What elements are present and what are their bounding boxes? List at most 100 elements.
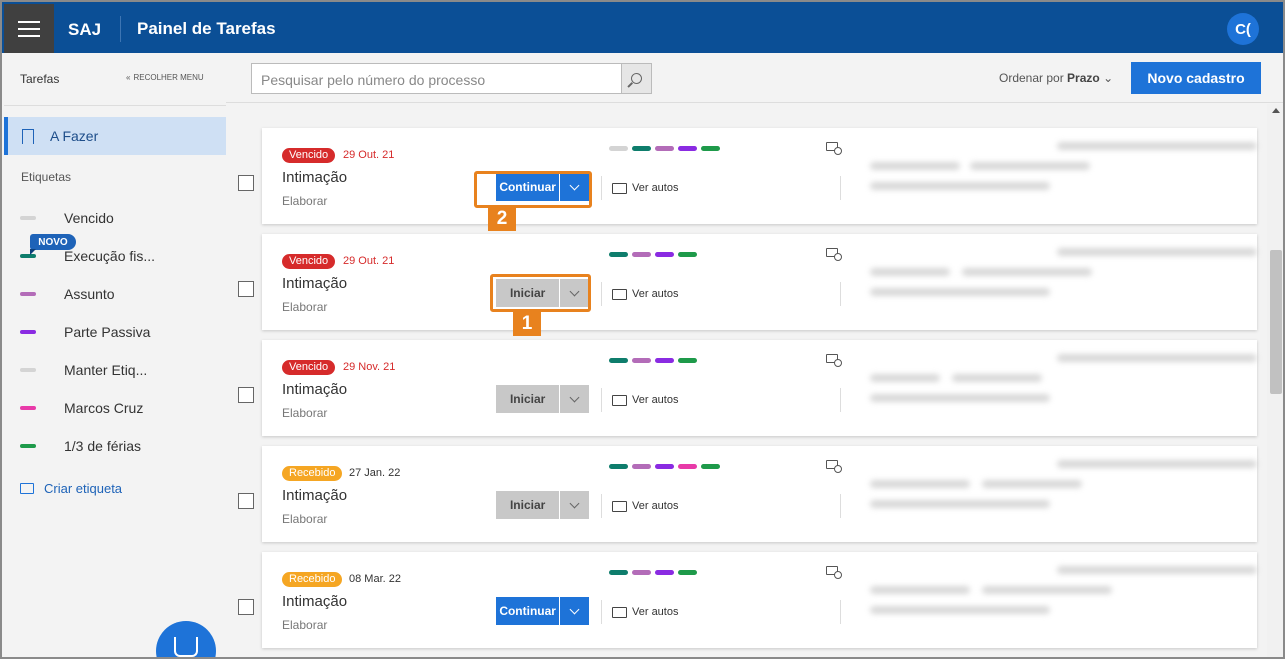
blurred-case-details (862, 446, 1257, 542)
callout-number-1: 1 (513, 312, 541, 336)
search-button[interactable] (622, 63, 652, 94)
blurred-detail (982, 586, 1112, 594)
create-tag-link[interactable]: Criar etiqueta (20, 481, 122, 496)
task-card[interactable]: Vencido 29 Nov. 21 Intimação Elaborar In… (262, 340, 1257, 436)
sidebar-item-a-fazer[interactable]: A Fazer (4, 117, 226, 155)
folder-icon (612, 500, 627, 512)
chevron-down-icon: ⌄ (1103, 71, 1114, 85)
view-case-label: Ver autos (632, 500, 679, 512)
view-case-link[interactable]: Ver autos (612, 500, 678, 512)
tag-color-swatch (20, 368, 36, 372)
task-checkbox[interactable] (238, 493, 254, 509)
task-title: Intimação (282, 169, 348, 186)
view-case-link[interactable]: Ver autos (612, 394, 678, 406)
callout-highlight-1 (490, 274, 591, 312)
view-case-link[interactable]: Ver autos (612, 288, 678, 300)
status-badge: Recebido (282, 572, 343, 587)
status-badge: Recebido (282, 466, 343, 481)
task-tag-dot (632, 464, 651, 469)
add-tag-icon[interactable] (826, 142, 842, 155)
task-checkbox[interactable] (238, 281, 254, 297)
chat-assistant-button[interactable] (156, 621, 216, 657)
sidebar-tag-item[interactable]: Marcos Cruz (4, 389, 226, 427)
folder-icon (612, 288, 627, 300)
sidebar-tag-item[interactable]: Vencido (4, 199, 226, 237)
task-date: 29 Out. 21 (343, 255, 395, 267)
view-case-link[interactable]: Ver autos (612, 606, 678, 618)
toolbar: Pesquisar pelo número do processo Ordena… (226, 53, 1283, 103)
task-subtitle: Elaborar (282, 406, 328, 420)
chevron-down-icon (569, 604, 580, 614)
task-tag-dot (632, 252, 651, 257)
task-checkbox[interactable] (238, 387, 254, 403)
task-checkbox[interactable] (238, 599, 254, 615)
add-tag-icon[interactable] (826, 460, 842, 473)
tag-color-swatch (20, 444, 36, 448)
task-card[interactable]: Vencido 29 Out. 21 Intimação Elaborar Co… (262, 128, 1257, 224)
blurred-detail (1057, 354, 1257, 362)
task-tag-dot (609, 464, 628, 469)
collapse-menu-button[interactable]: « RECOLHER MENU (126, 73, 204, 82)
blurred-detail (870, 374, 940, 382)
task-tag-dot (701, 464, 720, 469)
scrollbar[interactable] (1267, 104, 1283, 657)
view-case-label: Ver autos (632, 606, 679, 618)
task-action-dropdown[interactable] (560, 597, 589, 625)
task-action-dropdown[interactable] (560, 385, 589, 413)
add-tag-icon[interactable] (826, 354, 842, 367)
sidebar-tag-item[interactable]: Parte Passiva (4, 313, 226, 351)
task-action-button[interactable]: Iniciar (496, 491, 560, 519)
blurred-detail (870, 268, 950, 276)
search-input[interactable]: Pesquisar pelo número do processo (251, 63, 622, 94)
task-action-dropdown[interactable] (560, 491, 589, 519)
task-action-button[interactable]: Iniciar (496, 385, 560, 413)
brand-logo[interactable]: SAJ (68, 20, 101, 40)
task-checkbox[interactable] (238, 175, 254, 191)
card-divider (840, 388, 841, 412)
add-tag-icon[interactable] (826, 248, 842, 261)
sidebar-tag-item[interactable]: Assunto (4, 275, 226, 313)
card-divider (601, 176, 602, 200)
task-card[interactable]: Recebido 27 Jan. 22 Intimação Elaborar I… (262, 446, 1257, 542)
view-case-link[interactable]: Ver autos (612, 182, 678, 194)
scroll-up-icon[interactable] (1272, 108, 1280, 113)
add-tag-icon[interactable] (826, 566, 842, 579)
view-case-label: Ver autos (632, 394, 679, 406)
task-tag-dot (678, 570, 697, 575)
task-card[interactable]: Recebido 08 Mar. 22 Intimação Elaborar C… (262, 552, 1257, 648)
card-divider (840, 282, 841, 306)
blurred-detail (870, 394, 1050, 402)
task-tag-dot (655, 358, 674, 363)
task-tag-dot (609, 146, 628, 151)
blurred-detail (870, 162, 960, 170)
order-by-dropdown[interactable]: Ordenar por Prazo ⌄ (999, 71, 1113, 85)
tag-label: Execução fis... (64, 248, 156, 264)
task-tag-dot (609, 358, 628, 363)
task-card[interactable]: Vencido 29 Out. 21 Intimação Elaborar In… (262, 234, 1257, 330)
task-tag-dot (678, 146, 697, 151)
sidebar-tag-item[interactable]: Manter Etiq... (4, 351, 226, 389)
sidebar-item-label: A Fazer (50, 128, 99, 144)
sidebar-tag-item[interactable]: 1/3 de férias (4, 427, 226, 465)
app-window: SAJ Painel de Tarefas C( Tarefas « RECOL… (0, 0, 1285, 659)
page-title: Painel de Tarefas (137, 19, 276, 38)
menu-icon[interactable] (4, 4, 54, 53)
task-action-button[interactable]: Continuar (496, 597, 560, 625)
task-title: Intimação (282, 381, 348, 398)
chevron-down-icon (569, 392, 580, 402)
avatar[interactable]: C( (1227, 13, 1259, 45)
new-record-button[interactable]: Novo cadastro (1131, 62, 1261, 94)
bookmark-icon (22, 128, 34, 144)
sidebar: Tarefas « RECOLHER MENU A Fazer Etiqueta… (4, 53, 226, 657)
blurred-detail (1057, 460, 1257, 468)
task-tag-dot (701, 146, 720, 151)
scrollbar-thumb[interactable] (1270, 250, 1282, 394)
create-tag-label: Criar etiqueta (44, 481, 123, 496)
blurred-detail (870, 606, 1050, 614)
task-subtitle: Elaborar (282, 194, 328, 208)
card-divider (601, 282, 602, 306)
task-title: Intimação (282, 487, 348, 504)
view-case-label: Ver autos (632, 288, 679, 300)
status-badge: Vencido (282, 360, 336, 375)
task-tag-dot (678, 252, 697, 257)
